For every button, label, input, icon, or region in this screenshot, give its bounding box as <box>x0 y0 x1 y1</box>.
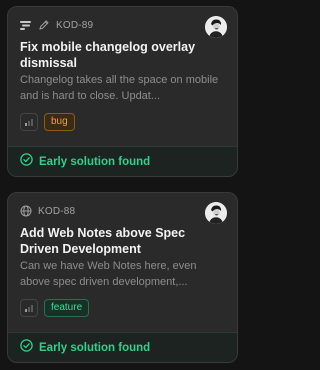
card-meta: KOD-88 <box>20 203 225 219</box>
tag-row: bug <box>20 113 225 131</box>
issue-title[interactable]: Add Web Notes above Spec Driven Developm… <box>20 225 205 257</box>
issue-title[interactable]: Fix mobile changelog overlay dismissal <box>20 39 205 71</box>
status-text: Early solution found <box>39 341 151 354</box>
card-meta: KOD-89 <box>20 17 225 33</box>
issue-card[interactable]: KOD-89 Fix mobile changelog overlay dism… <box>7 6 238 177</box>
issue-id: KOD-88 <box>38 205 76 217</box>
bars-icon <box>20 20 32 30</box>
label-tag[interactable]: bug <box>44 113 75 131</box>
avatar[interactable] <box>205 202 227 224</box>
issue-list: KOD-89 Fix mobile changelog overlay dism… <box>0 0 245 370</box>
status-footer[interactable]: Early solution found <box>8 146 237 176</box>
tag-row: feature <box>20 299 225 317</box>
label-tag[interactable]: feature <box>44 299 90 317</box>
priority-icon[interactable] <box>20 113 38 131</box>
globe-icon <box>20 205 32 217</box>
status-text: Early solution found <box>39 155 151 168</box>
check-circle-icon <box>20 152 33 171</box>
avatar[interactable] <box>205 16 227 38</box>
status-footer[interactable]: Early solution found <box>8 332 237 362</box>
card-body: KOD-89 Fix mobile changelog overlay dism… <box>8 7 237 131</box>
card-body: KOD-88 Add Web Notes above Spec Driven D… <box>8 193 237 317</box>
issue-description: Can we have Web Notes here, even above s… <box>20 260 197 288</box>
issue-card[interactable]: KOD-88 Add Web Notes above Spec Driven D… <box>7 192 238 363</box>
issue-id: KOD-89 <box>56 19 94 31</box>
priority-icon[interactable] <box>20 299 38 317</box>
check-circle-icon <box>20 338 33 357</box>
pencil-icon <box>38 19 50 31</box>
issue-description: Changelog takes all the space on mobile … <box>20 74 219 102</box>
